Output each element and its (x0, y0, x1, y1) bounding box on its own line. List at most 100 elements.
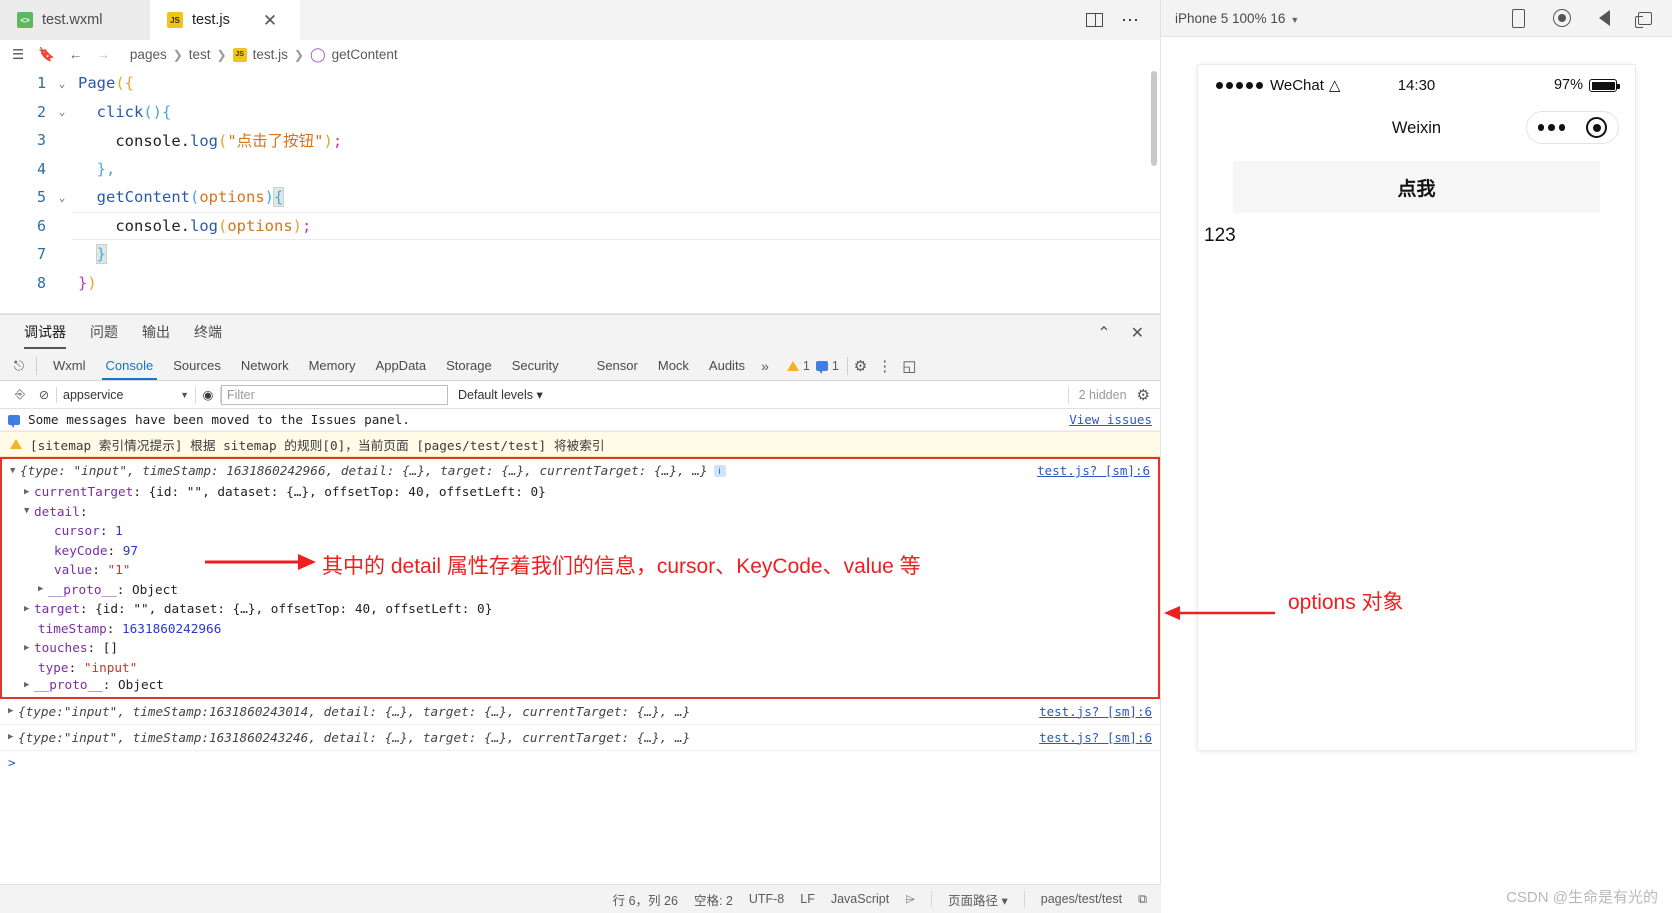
tab-sensor[interactable]: Sensor (587, 351, 648, 380)
execution-context-select[interactable]: appservice ▼ (57, 388, 195, 402)
copy-icon[interactable]: ⧉ (1138, 892, 1147, 907)
log-property-row[interactable]: ▶ currentTarget: {id: "", dataset: {…}, o… (2, 482, 1158, 502)
log-levels-select[interactable]: Default levels ▾ (458, 387, 543, 402)
log-property-row[interactable]: ▼ detail: (2, 502, 1158, 522)
close-icon[interactable]: ✕ (263, 12, 277, 29)
live-expression-icon[interactable]: ◉ (196, 387, 220, 402)
warning-count-badge[interactable]: 1 (786, 359, 810, 373)
expand-triangle-icon[interactable]: ▶ (8, 732, 18, 742)
console-filter-input[interactable]: Filter (221, 384, 448, 405)
close-icon[interactable]: ✕ (1131, 323, 1144, 343)
code-editor[interactable]: 1 ⌄ Page({ 2 ⌄ click(){ 3 console.log("点… (0, 69, 1160, 314)
eol-setting[interactable]: LF (800, 892, 815, 906)
gear-icon[interactable]: ⚙ (1137, 386, 1150, 404)
tab-sources[interactable]: Sources (163, 351, 231, 380)
more-dots-icon[interactable] (1537, 124, 1566, 131)
console-sidebar-icon[interactable]: ⎆ (8, 387, 32, 402)
tab-console[interactable]: Console (96, 351, 164, 380)
inspect-element-icon[interactable]: ⎋ (8, 356, 30, 376)
tab-storage[interactable]: Storage (436, 351, 502, 380)
source-link[interactable]: test.js? [sm]:6 (1039, 730, 1160, 745)
expand-triangle-icon[interactable]: ▶ (8, 706, 18, 716)
message-count-badge[interactable]: 1 (815, 359, 839, 374)
collapse-icon[interactable]: ⌃ (1097, 323, 1110, 343)
more-actions-icon[interactable]: ⋯ (1121, 10, 1140, 31)
cursor-position[interactable]: 行 6，列 26 (613, 890, 678, 909)
phone-simulator[interactable]: WeChat △ 14:30 97% Weixin 点我 123 (1198, 65, 1635, 750)
gear-icon[interactable]: ⚙ (854, 357, 867, 375)
console-output[interactable]: Some messages have been moved to the Iss… (0, 409, 1160, 913)
page-path-select[interactable]: 页面路径 ▾ (948, 890, 1008, 909)
language-mode[interactable]: JavaScript (831, 892, 889, 906)
collapse-triangle-icon[interactable]: ▼ (10, 466, 20, 476)
multiwindow-icon[interactable] (1635, 11, 1652, 28)
fold-icon[interactable]: ⌄ (52, 191, 72, 204)
breadcrumb-item-symbol[interactable]: getContent (332, 47, 398, 62)
back-arrow-icon[interactable]: ← (69, 47, 83, 62)
log-property-row[interactable]: ▶ __proto__: Object (2, 677, 1158, 697)
tab-wxml[interactable]: Wxml (43, 351, 96, 380)
bookmark-icon[interactable]: 🔖 (38, 47, 55, 63)
expand-triangle-icon[interactable]: ▶ (24, 487, 34, 497)
click-me-button[interactable]: 点我 (1233, 161, 1600, 213)
capsule-button[interactable] (1526, 111, 1619, 144)
device-select[interactable]: iPhone 5 100% 16 ▼ (1175, 11, 1299, 26)
log-property-row[interactable]: ▶ __proto__: Object (2, 580, 1158, 600)
tab-security[interactable]: Security (502, 351, 569, 380)
tab-appdata[interactable]: AppData (366, 351, 437, 380)
page-path-label: 页面路径 (947, 893, 998, 908)
expand-triangle-icon[interactable]: ▶ (38, 584, 48, 594)
breadcrumb-item-pages[interactable]: pages (130, 47, 167, 62)
fold-icon[interactable]: ⌄ (52, 105, 72, 118)
warning-triangle-icon (10, 439, 22, 449)
info-icon[interactable]: i (713, 464, 726, 477)
console-log-entry-expanded[interactable]: ▼ {type: "input", timeStamp: 163186024296… (0, 457, 1160, 699)
property-key: target (34, 601, 80, 617)
encoding-setting[interactable]: UTF-8 (749, 892, 784, 906)
kebab-menu-icon[interactable]: ⋮ (877, 357, 892, 375)
log-property-row[interactable]: ▶ touches: [] (2, 638, 1158, 658)
chevron-down-icon: ▼ (180, 389, 189, 400)
record-icon[interactable] (1553, 9, 1571, 27)
expand-triangle-icon[interactable]: ▶ (24, 643, 34, 653)
clear-console-icon[interactable]: ⊘ (32, 387, 56, 402)
source-link[interactable]: test.js? [sm]:6 (1039, 704, 1160, 719)
bell-icon[interactable]: ⌲ (905, 892, 915, 907)
log-summary-row[interactable]: ▼ {type: "input", timeStamp: 163186024296… (2, 459, 1158, 482)
tab-memory[interactable]: Memory (299, 351, 366, 380)
collapse-triangle-icon[interactable]: ▼ (24, 506, 34, 516)
expand-triangle-icon[interactable]: ▶ (24, 680, 34, 690)
split-editor-icon[interactable] (1086, 13, 1103, 27)
indentation-setting[interactable]: 空格: 2 (694, 890, 733, 909)
console-prompt[interactable]: > (0, 751, 1160, 775)
panel-tab-problems[interactable]: 问题 (90, 322, 118, 345)
breadcrumb-item-file[interactable]: test.js (253, 47, 288, 62)
log-type-value: "input" (63, 729, 118, 745)
outline-icon[interactable]: ☰ (12, 47, 24, 63)
tab-network[interactable]: Network (231, 351, 299, 380)
code-text: getContent(options){ (72, 187, 285, 208)
code-token: ) (87, 273, 97, 292)
expand-triangle-icon[interactable]: ▶ (24, 604, 34, 614)
tab-audits[interactable]: Audits (699, 351, 755, 380)
close-target-icon[interactable] (1586, 117, 1608, 138)
console-log-entry[interactable]: ▶ {type: "input", timeStamp: 163186024324… (0, 725, 1160, 751)
log-property-row[interactable]: ▶ target: {id: "", dataset: {…}, offsetTo… (2, 599, 1158, 619)
tab-mock[interactable]: Mock (648, 351, 699, 380)
phone-icon[interactable] (1512, 8, 1525, 28)
panel-tab-output[interactable]: 输出 (142, 322, 170, 345)
more-tabs-icon[interactable]: » (755, 358, 775, 374)
editor-tab-test-js[interactable]: JS test.js ✕ (150, 0, 300, 40)
panel-tab-terminal[interactable]: 终端 (194, 322, 222, 345)
fold-icon[interactable]: ⌄ (52, 77, 72, 90)
view-issues-link[interactable]: View issues (1069, 412, 1160, 427)
forward-arrow-icon[interactable]: → (96, 47, 110, 62)
speaker-icon[interactable] (1599, 10, 1610, 26)
source-link[interactable]: test.js? [sm]:6 (1037, 463, 1158, 478)
console-log-entry[interactable]: ▶ {type: "input", timeStamp: 163186024301… (0, 699, 1160, 725)
breadcrumb-item-test[interactable]: test (189, 47, 211, 62)
panel-tab-debugger[interactable]: 调试器 (24, 322, 66, 349)
editor-tab-test-wxml[interactable]: <> test.wxml (0, 0, 150, 40)
dock-side-icon[interactable]: ◱ (902, 357, 916, 375)
editor-scrollbar[interactable] (1151, 71, 1157, 166)
